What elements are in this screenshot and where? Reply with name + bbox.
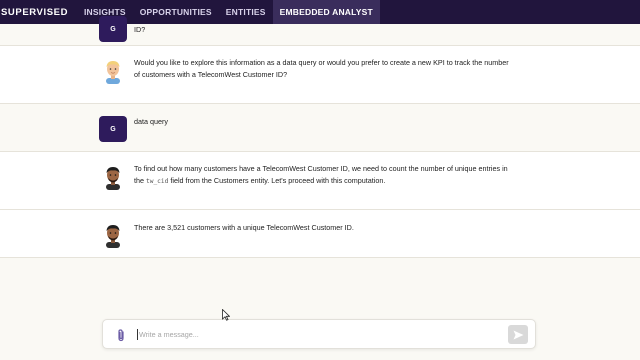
nav-item-embedded-analyst[interactable]: EMBEDDED ANALYST bbox=[272, 0, 380, 24]
user-avatar: G bbox=[99, 116, 127, 142]
message-assistant: Would you like to explore this informati… bbox=[0, 46, 640, 104]
mouse-cursor-icon bbox=[222, 309, 230, 321]
message-user: G ID? bbox=[0, 16, 640, 46]
assistant-avatar-icon bbox=[106, 61, 120, 84]
top-nav: SUPERVISED INSIGHTS OPPORTUNITIES ENTITI… bbox=[0, 0, 640, 24]
message-text: There are 3,521 customers with a unique … bbox=[134, 223, 354, 232]
message-text: ID? bbox=[134, 25, 146, 34]
message-user: G data query bbox=[0, 104, 640, 152]
assistant-avatar-icon bbox=[106, 167, 120, 190]
message-composer bbox=[102, 319, 536, 349]
nav-item-entities[interactable]: ENTITIES bbox=[219, 0, 273, 24]
message-text: To find out how many customers have a Te… bbox=[134, 163, 514, 187]
brand-logo[interactable]: SUPERVISED bbox=[0, 7, 70, 18]
user-avatar: G bbox=[99, 16, 127, 42]
assistant-avatar bbox=[99, 58, 127, 84]
assistant-avatar-icon bbox=[106, 225, 120, 248]
inline-code: tw_cid bbox=[146, 177, 169, 185]
user-avatar-initial: G bbox=[110, 25, 116, 33]
paperclip-icon[interactable] bbox=[114, 328, 128, 342]
nav-item-opportunities[interactable]: OPPORTUNITIES bbox=[133, 0, 219, 24]
message-text-part: field from the Customers entity. Let's p… bbox=[168, 175, 386, 185]
assistant-avatar bbox=[99, 222, 127, 248]
message-text: Would you like to explore this informati… bbox=[134, 58, 509, 79]
send-button[interactable] bbox=[508, 325, 528, 344]
message-assistant: There are 3,521 customers with a unique … bbox=[0, 210, 640, 258]
assistant-avatar bbox=[99, 164, 127, 190]
user-avatar-initial: G bbox=[110, 125, 116, 133]
message-input[interactable] bbox=[139, 327, 499, 342]
message-assistant: To find out how many customers have a Te… bbox=[0, 152, 640, 210]
text-caret bbox=[137, 329, 138, 340]
message-text: data query bbox=[134, 117, 168, 126]
send-icon bbox=[513, 330, 523, 339]
